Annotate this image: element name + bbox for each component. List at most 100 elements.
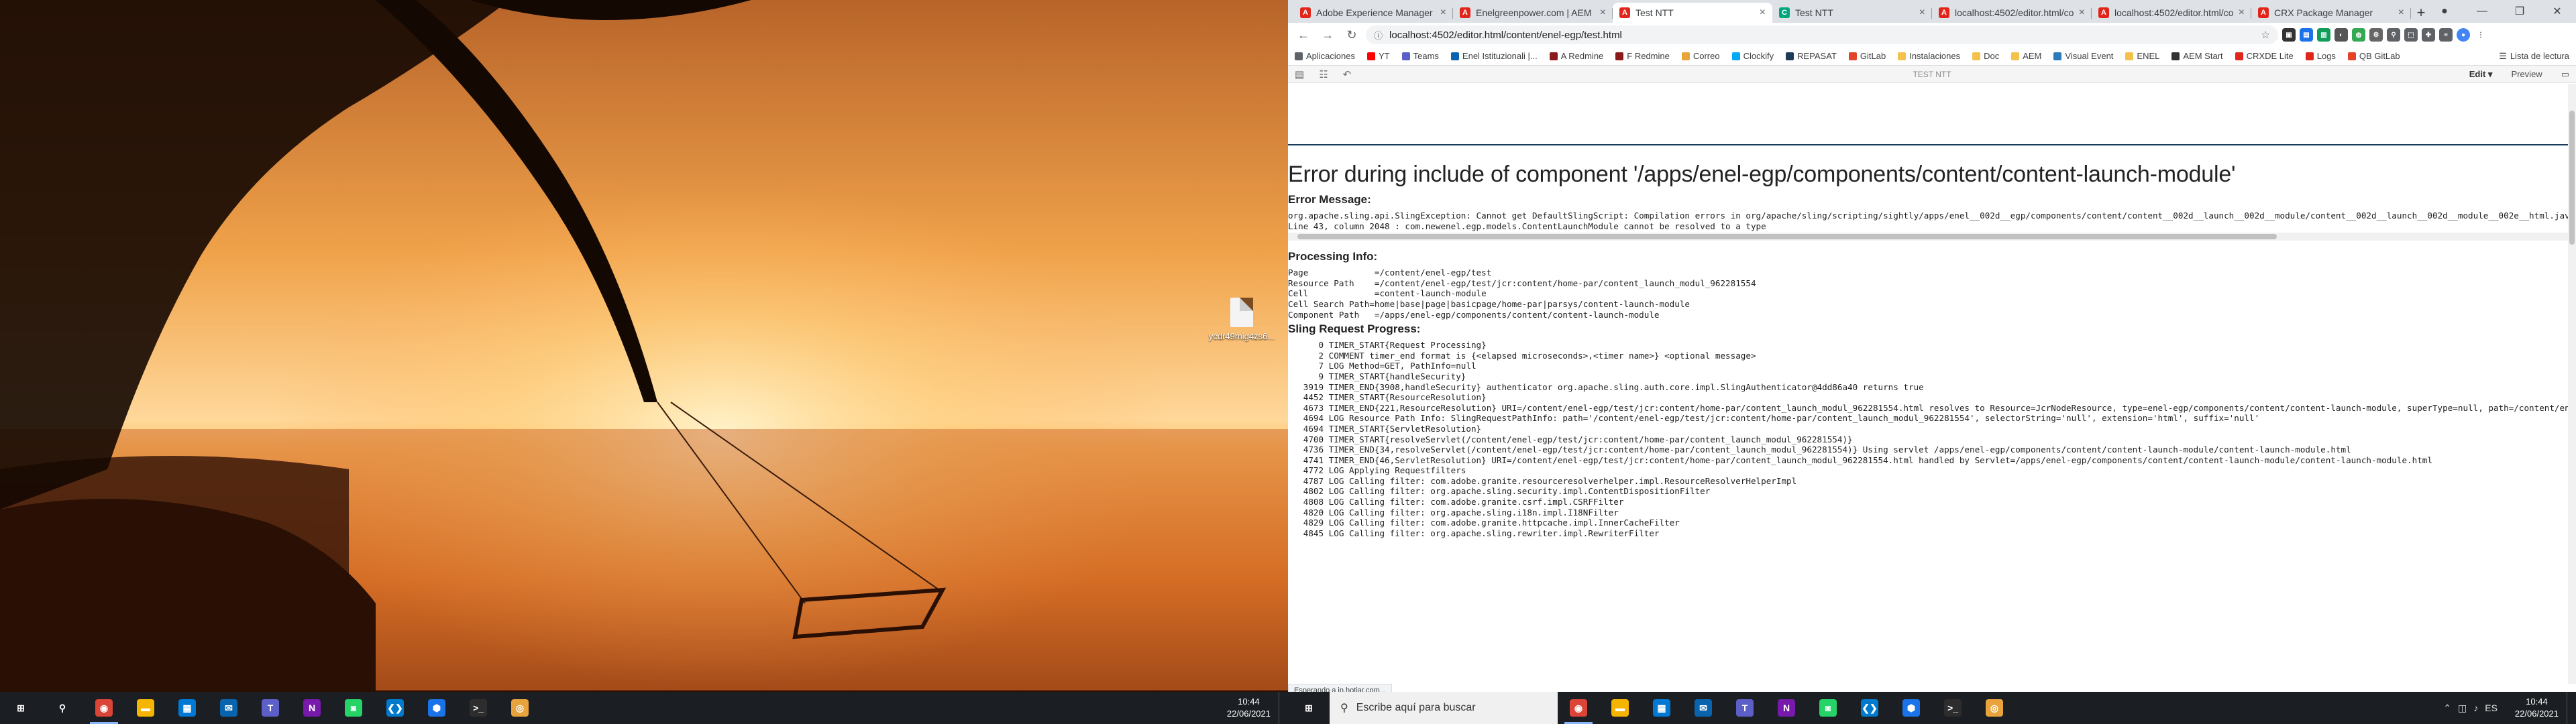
- reload-button[interactable]: ↻: [1342, 25, 1362, 45]
- close-tab-icon[interactable]: ×: [2239, 7, 2245, 19]
- maximize-button[interactable]: ❐: [2501, 0, 2538, 23]
- close-tab-icon[interactable]: ×: [2398, 7, 2404, 19]
- chrome-taskbar-icon[interactable]: ◉: [83, 692, 125, 724]
- bookmark-item[interactable]: Doc: [1972, 51, 1999, 61]
- volume-icon[interactable]: ♪: [2473, 703, 2478, 714]
- bookmark-item[interactable]: Teams: [1401, 51, 1439, 61]
- bookmark-item[interactable]: ENEL: [2125, 51, 2159, 61]
- close-tab-icon[interactable]: ×: [1440, 7, 1446, 19]
- clock-left[interactable]: 10:44 22/06/2021: [1219, 696, 1279, 720]
- bookmark-item[interactable]: Correo: [1681, 51, 1720, 61]
- close-tab-icon[interactable]: ×: [1600, 7, 1606, 19]
- browser-tab[interactable]: A Enelgreenpower.com | AEM Site... ×: [1453, 3, 1613, 23]
- toggle-side-panel-icon[interactable]: ▤: [1295, 68, 1304, 80]
- outlook-calendar-taskbar-icon[interactable]: ▦: [1641, 692, 1682, 724]
- bookmark-item[interactable]: QB GitLab: [2347, 51, 2400, 61]
- bookmark-star-icon[interactable]: ☆: [2261, 29, 2270, 41]
- extension-icon[interactable]: ⚙: [2369, 28, 2383, 42]
- emulator-icon[interactable]: ▭: [2561, 69, 2569, 80]
- vscode-taskbar-icon[interactable]: ❮❯: [374, 692, 416, 724]
- extension-icon[interactable]: ▤: [2300, 28, 2313, 42]
- bookmark-item[interactable]: F Redmine: [1615, 51, 1670, 61]
- terminal-taskbar-icon[interactable]: >_: [1932, 692, 1974, 724]
- bookmark-item[interactable]: AEM Start: [2171, 51, 2223, 61]
- taskbar-search-box[interactable]: ⚲ Escribe aquí para buscar: [1330, 692, 1558, 724]
- close-window-button[interactable]: ✕: [2538, 0, 2576, 23]
- teams-taskbar-icon[interactable]: T: [1724, 692, 1766, 724]
- extension-icon[interactable]: ◐: [2334, 28, 2348, 42]
- maps-taskbar-icon[interactable]: ⬢: [416, 692, 458, 724]
- preview-button[interactable]: Preview: [2511, 69, 2542, 79]
- chevron-up-icon[interactable]: ⌃: [2443, 703, 2451, 714]
- extension-icon[interactable]: ◍: [2352, 28, 2365, 42]
- bookmark-item[interactable]: Clockify: [1731, 51, 1774, 61]
- browser-tab[interactable]: Alocalhost:4502/editor.html/cont... ×: [2092, 3, 2251, 23]
- bookmark-item[interactable]: AEM: [2011, 51, 2041, 61]
- search-icon-taskbar-icon[interactable]: ⚲: [42, 692, 83, 724]
- bookmark-item[interactable]: Aplicaciones: [1295, 51, 1355, 61]
- file-explorer-taskbar-icon[interactable]: ▬: [125, 692, 166, 724]
- start-button-taskbar-icon[interactable]: ⊞: [0, 692, 42, 724]
- show-desktop-button-right[interactable]: [2567, 692, 2571, 724]
- outlook-calendar-taskbar-icon[interactable]: ▦: [166, 692, 208, 724]
- clock-right[interactable]: 10:44 22/06/2021: [2507, 696, 2567, 720]
- browser-tab[interactable]: A Adobe Experience Manager Wi... ×: [1293, 3, 1453, 23]
- scrollbar-thumb[interactable]: [1297, 234, 2277, 240]
- browser-menu-icon[interactable]: ⋮: [2474, 28, 2487, 42]
- onenote-taskbar-icon[interactable]: N: [291, 692, 333, 724]
- profile-avatar[interactable]: ●: [2457, 28, 2470, 42]
- onenote-taskbar-icon[interactable]: N: [1766, 692, 1807, 724]
- minimize-button[interactable]: —: [2463, 0, 2501, 23]
- language-icon[interactable]: ES: [2485, 703, 2498, 714]
- bookmark-item[interactable]: Enel Istituzionali |...: [1450, 51, 1538, 61]
- browser-tab[interactable]: Alocalhost:4502/editor.html/cont... ×: [1932, 3, 2092, 23]
- bookmark-item[interactable]: Instalaciones: [1898, 51, 1960, 61]
- mode-selector[interactable]: Edit ▾: [2469, 69, 2493, 80]
- page-properties-icon[interactable]: ☷: [1319, 68, 1328, 80]
- vertical-scrollbar[interactable]: [2568, 84, 2576, 684]
- forward-button[interactable]: →: [1318, 25, 1338, 45]
- app-circle-taskbar-icon[interactable]: ◎: [499, 692, 541, 724]
- bookmark-item[interactable]: GitLab: [1848, 51, 1886, 61]
- outlook-mail-taskbar-icon[interactable]: ✉: [1682, 692, 1724, 724]
- terminal-taskbar-icon[interactable]: >_: [458, 692, 499, 724]
- close-tab-icon[interactable]: ×: [2079, 7, 2085, 19]
- extension-icon[interactable]: ▥: [2317, 28, 2330, 42]
- tab-search-icon[interactable]: ●: [2426, 0, 2463, 23]
- maps-taskbar-icon[interactable]: ⬢: [1890, 692, 1932, 724]
- whatsapp-taskbar-icon[interactable]: ◙: [1807, 692, 1849, 724]
- show-desktop-button-left[interactable]: [1279, 692, 1283, 724]
- bookmark-item[interactable]: YT: [1367, 51, 1390, 61]
- extension-icon[interactable]: ▣: [2282, 28, 2296, 42]
- close-tab-icon[interactable]: ×: [1919, 7, 1925, 19]
- bookmark-item[interactable]: Logs: [2305, 51, 2336, 61]
- screenshot-icon[interactable]: ⬚: [2404, 28, 2418, 42]
- vscode-taskbar-icon[interactable]: ❮❯: [1849, 692, 1890, 724]
- outlook-mail-taskbar-icon[interactable]: ✉: [208, 692, 250, 724]
- undo-icon[interactable]: ↶: [1343, 68, 1352, 80]
- scrollbar-thumb[interactable]: [2569, 111, 2575, 245]
- whatsapp-taskbar-icon[interactable]: ◙: [333, 692, 374, 724]
- address-bar[interactable]: ⓘ localhost:4502/editor.html/content/ene…: [1366, 25, 2278, 44]
- browser-tab[interactable]: A Test NTT ×: [1613, 3, 1772, 23]
- app-circle-taskbar-icon[interactable]: ◎: [1974, 692, 2015, 724]
- chrome-taskbar-icon[interactable]: ◉: [1558, 692, 1599, 724]
- file-explorer-taskbar-icon[interactable]: ▬: [1599, 692, 1641, 724]
- reading-list-button[interactable]: ☰ Lista de lectura: [2499, 51, 2569, 62]
- extensions-puzzle-icon[interactable]: ✚: [2422, 28, 2435, 42]
- back-button[interactable]: ←: [1293, 25, 1313, 45]
- info-icon[interactable]: ⓘ: [1374, 29, 1383, 42]
- horizontal-scrollbar[interactable]: [1288, 233, 2568, 241]
- bookmark-item[interactable]: REPASAT: [1786, 51, 1837, 61]
- reading-list-icon[interactable]: ≡: [2439, 28, 2453, 42]
- teams-taskbar-icon[interactable]: T: [250, 692, 291, 724]
- start-button[interactable]: ⊞: [1288, 692, 1330, 724]
- desktop-file-icon[interactable]: ycdr49mig4zs6...: [1205, 298, 1279, 341]
- bookmark-item[interactable]: A Redmine: [1549, 51, 1603, 61]
- browser-tab[interactable]: C Test NTT ×: [1772, 3, 1932, 23]
- browser-tab[interactable]: A CRX Package Manager ×: [2251, 3, 2411, 23]
- bookmark-item[interactable]: Visual Event: [2053, 51, 2113, 61]
- close-tab-icon[interactable]: ×: [1760, 7, 1766, 19]
- search-icon[interactable]: ⚲: [2387, 28, 2400, 42]
- bookmark-item[interactable]: CRXDE Lite: [2235, 51, 2294, 61]
